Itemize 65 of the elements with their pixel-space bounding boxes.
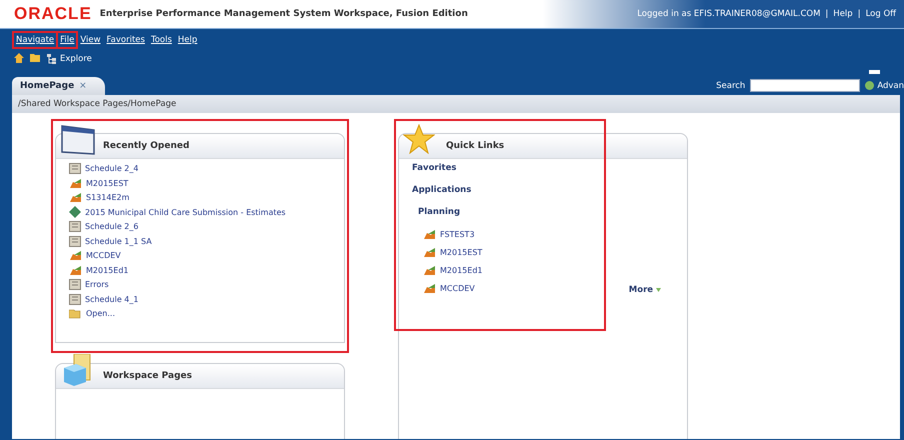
search-field[interactable] [750,79,860,92]
document-icon [69,236,81,246]
application-icon [423,283,436,294]
header-link[interactable]: Help [833,9,853,19]
page-tab[interactable]: HomePage × [12,77,105,95]
panel-title: Recently Opened [103,141,190,151]
section-link[interactable]: Applications [412,185,687,203]
document-icon [69,221,81,232]
recent-item-link[interactable]: Schedule 4_1 [69,292,138,306]
breadcrumb: /Shared Workspace Pages/HomePage [12,95,900,113]
application-icon [69,264,82,276]
caret-icon [656,288,661,292]
section-link[interactable]: Favorites [412,163,687,181]
application-link[interactable]: MCCDEV [423,282,475,295]
recent-item-link[interactable]: M2015EST [69,176,128,190]
close-icon[interactable]: × [79,81,87,91]
application-icon [69,250,82,261]
advanced-search-link[interactable]: Advan [865,80,904,90]
app-title: Enterprise Performance Management System Workspace, Fusion Edition [100,9,468,19]
recent-item-link[interactable]: Errors [69,278,109,291]
collapse-handle[interactable] [869,70,880,74]
application-link[interactable]: M2015EST [423,246,482,259]
recent-item-link[interactable]: Schedule 2_6 [69,220,138,233]
recent-item-link[interactable]: MCCDEV [69,249,121,262]
folder-icon[interactable] [30,53,41,62]
home-icon[interactable] [14,52,24,62]
menu-item[interactable]: Help [174,33,200,47]
application-link[interactable]: M2015Ed1 [423,264,482,277]
application-icon [69,192,82,203]
application-icon [423,247,436,258]
application-link[interactable]: FSTEST3 [423,228,475,241]
menu-item[interactable]: Navigate [13,33,58,47]
tree-icon [47,54,57,64]
document-icon [69,294,81,304]
recent-item-link[interactable]: S1314E2m [69,191,130,204]
search-label: Search [716,80,746,90]
oracle-logo: ORACLE [14,4,92,24]
document-icon [69,279,81,290]
menu-item[interactable]: Tools [148,33,175,47]
panel-title: Quick Links [446,141,504,151]
star-icon [403,124,435,154]
menu-item[interactable]: File [57,33,78,47]
more-link[interactable]: More [628,285,661,295]
circle-icon [865,81,874,90]
application-icon [69,178,82,188]
recent-item-link[interactable]: M2015Ed1 [69,264,128,276]
user-label: Logged in as EFIS.TRAINER08@GMAIL.COM [637,9,820,19]
group-link[interactable]: Planning [418,207,687,225]
application-icon [423,229,436,240]
menu-item[interactable]: View [77,33,104,47]
header-link[interactable]: Log Off [866,9,896,19]
recent-item-link[interactable]: Schedule 1_1 SA [69,234,152,248]
recent-item-link[interactable]: Open... [69,307,115,320]
panel-title: Workspace Pages [103,371,192,381]
menu-item[interactable]: Favorites [104,33,148,47]
separator: | [858,9,861,19]
document-icon [69,163,81,174]
application-icon [423,265,436,276]
explore-button[interactable]: Explore [47,54,92,64]
window-icon [60,124,98,156]
recent-item-link[interactable]: 2015 Municipal Child Care Submission - Estimates [69,206,286,218]
separator: | [825,9,828,19]
diamond-icon [69,206,81,218]
folder-icon [69,308,82,319]
recent-item-link[interactable]: Schedule 2_4 [69,162,138,175]
